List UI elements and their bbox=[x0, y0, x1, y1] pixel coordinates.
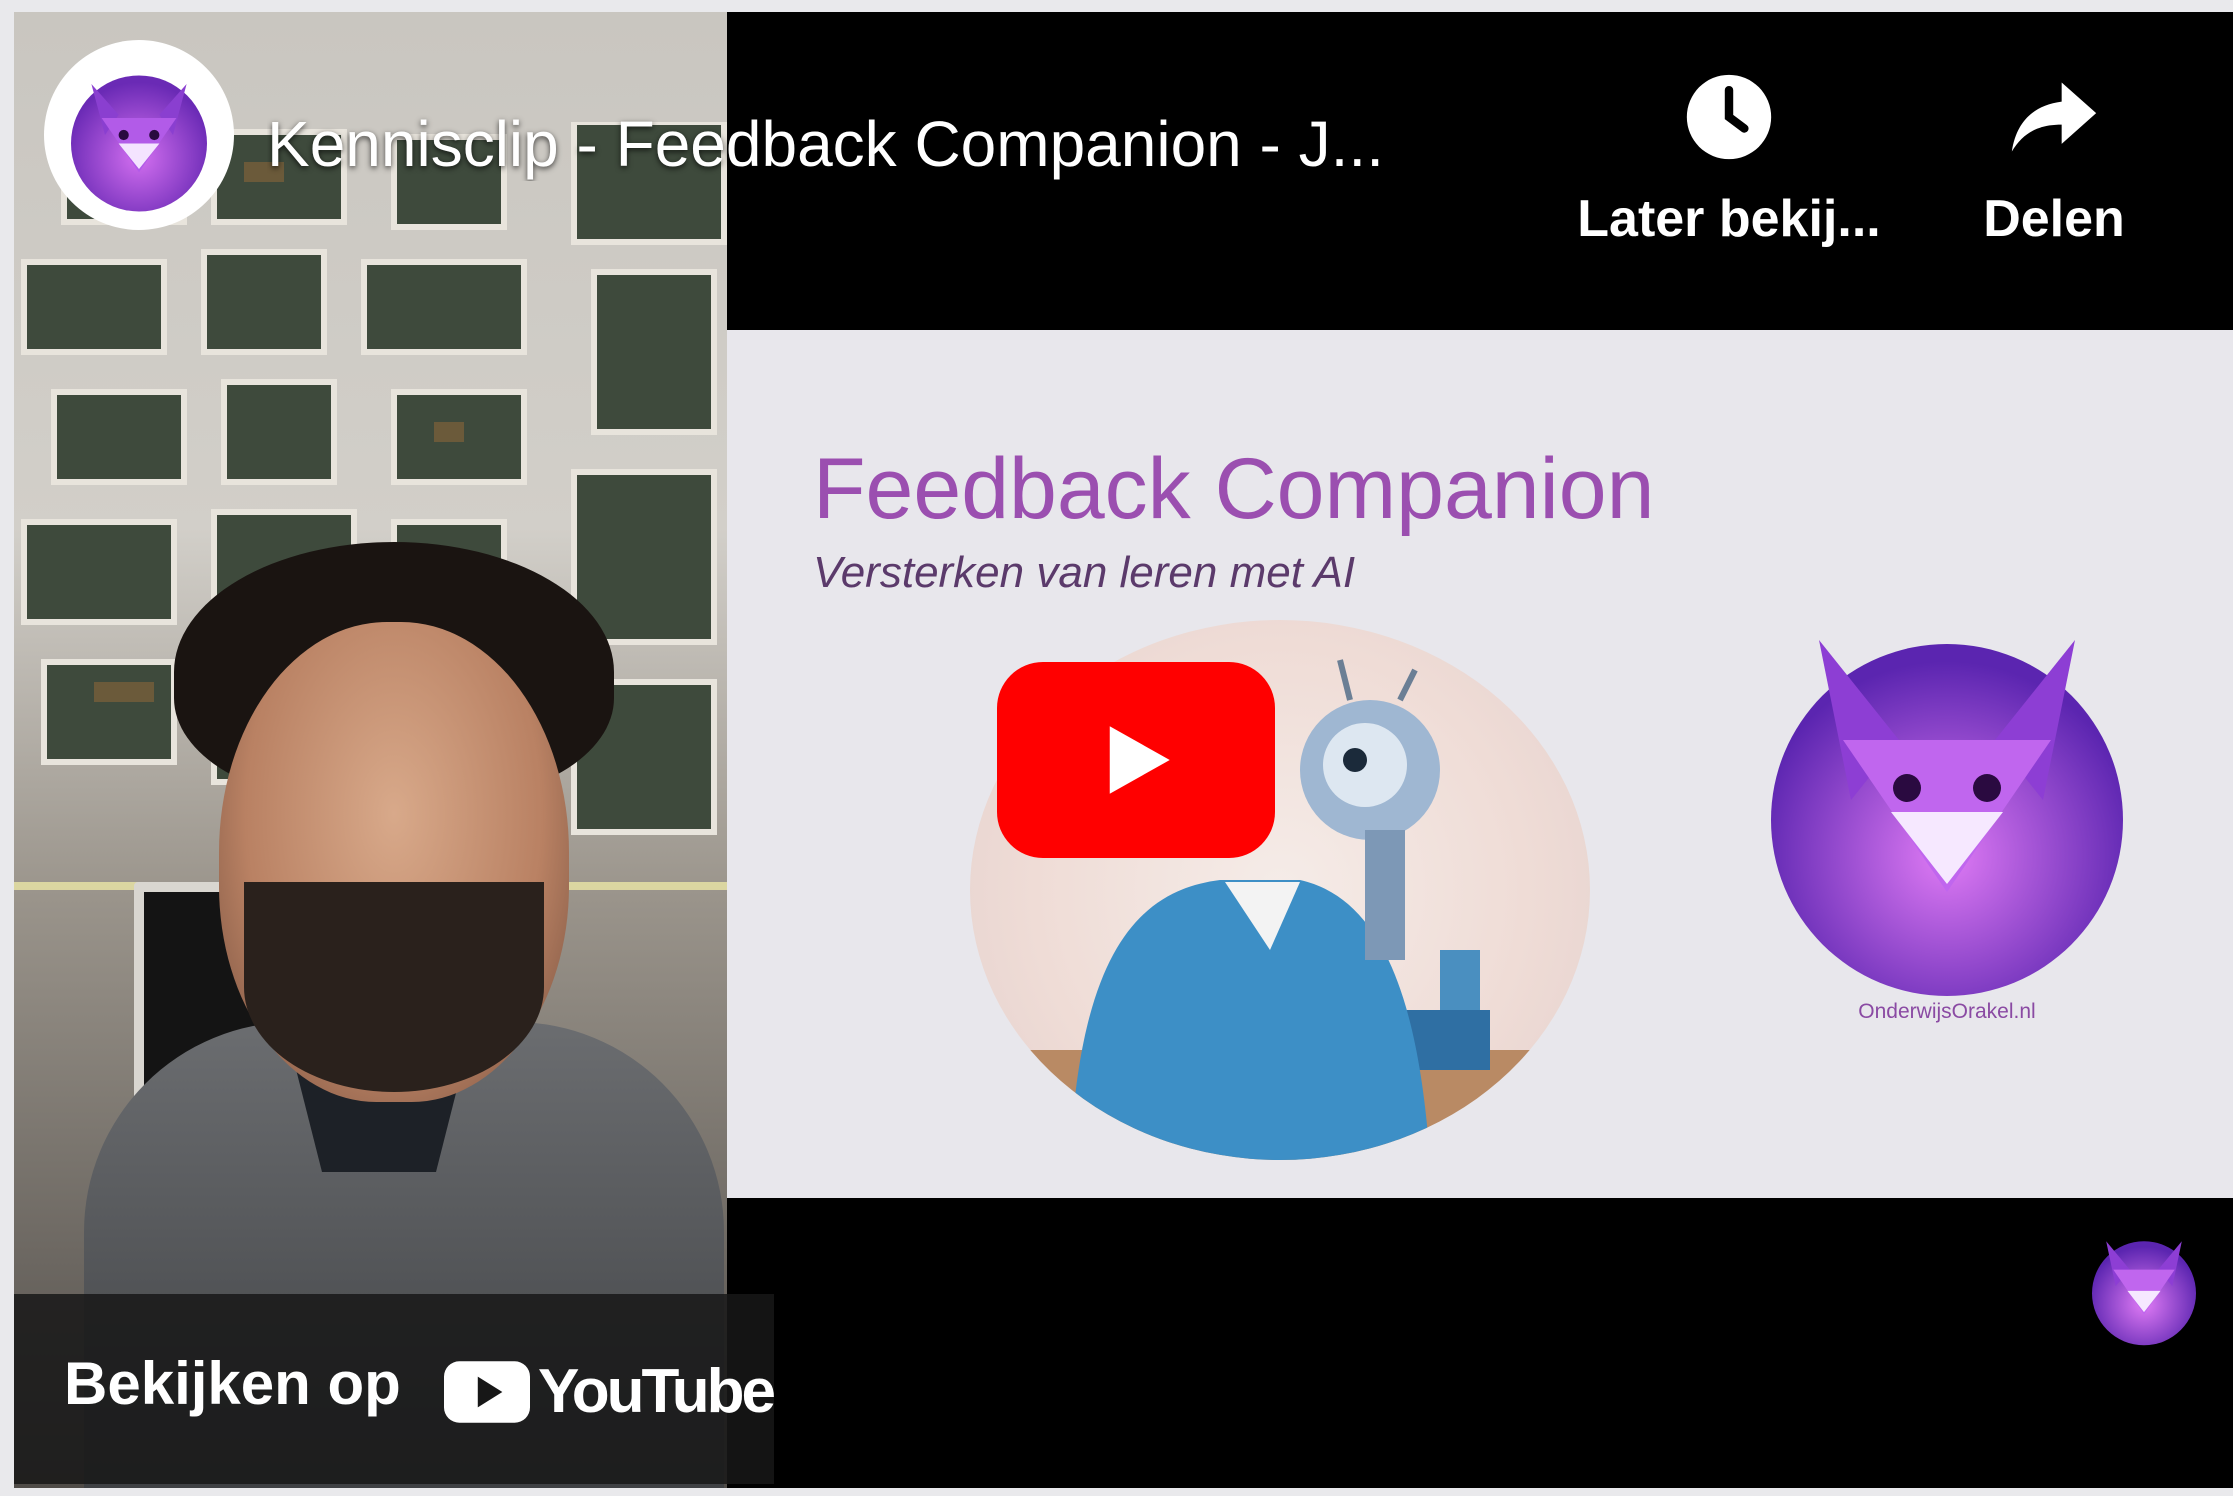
share-label: Delen bbox=[1983, 190, 2125, 248]
play-button[interactable] bbox=[997, 662, 1275, 858]
watch-on-youtube-button[interactable]: Bekijken op YouTube bbox=[14, 1294, 776, 1484]
share-button[interactable]: Delen bbox=[1924, 67, 2184, 249]
watch-later-label: Later bekij... bbox=[1577, 190, 1881, 248]
video-player[interactable]: Kennisclip - Feedback Companion - J... L… bbox=[14, 12, 2233, 1488]
channel-avatar[interactable] bbox=[44, 40, 234, 230]
clock-icon bbox=[1686, 74, 1772, 160]
share-arrow-icon bbox=[2011, 82, 2097, 152]
logo-caption: OnderwijsOrakel.nl bbox=[1858, 1000, 2036, 1023]
video-title[interactable]: Kennisclip - Feedback Companion - J... bbox=[267, 107, 1537, 181]
play-icon bbox=[1109, 726, 1170, 794]
player-top-bar: Kennisclip - Feedback Companion - J... L… bbox=[14, 12, 2233, 312]
watch-later-button[interactable]: Later bekij... bbox=[1564, 67, 1894, 249]
slide-subtitle: Versterken van leren met AI bbox=[813, 548, 1356, 597]
presenter-beard bbox=[244, 882, 544, 1092]
youtube-logo: YouTube bbox=[444, 1356, 776, 1427]
onderwijsorakel-fox-logo bbox=[1771, 640, 2123, 996]
youtube-wordmark: YouTube bbox=[538, 1357, 776, 1426]
youtube-play-logo-icon bbox=[444, 1360, 530, 1423]
slide-title: Feedback Companion bbox=[813, 441, 1655, 537]
fox-logo-icon bbox=[71, 75, 207, 212]
watch-on-label: Bekijken op bbox=[64, 1350, 401, 1417]
channel-watermark-icon[interactable] bbox=[2084, 1220, 2204, 1350]
presentation-slide: Feedback Companion Versterken van leren … bbox=[727, 330, 2233, 1198]
